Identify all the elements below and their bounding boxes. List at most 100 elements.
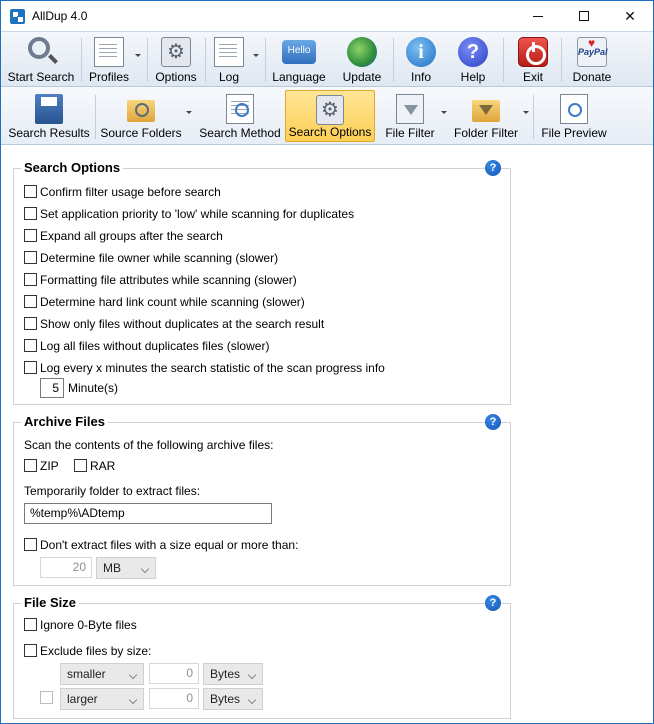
option-expand-groups[interactable]: Expand all groups after the search [24,228,223,246]
minimize-button[interactable] [515,1,561,31]
profiles-dropdown-icon[interactable] [135,54,141,57]
source-folders-dropdown-icon[interactable] [186,111,192,114]
checkbox[interactable] [24,538,37,551]
toolbar-separator [95,95,96,139]
language-label: Language [272,70,326,84]
checkbox[interactable] [74,459,87,472]
update-label: Update [342,70,382,84]
option-format-attributes[interactable]: Formatting file attributes while scannin… [24,272,297,290]
section-toolbar: Search Results Source Folders Search Met… [1,87,653,145]
temp-folder-input[interactable]: %temp%\ADtemp [24,503,272,524]
zip-option[interactable]: ZIP [24,458,59,476]
exclude-by-size-option[interactable]: Exclude files by size: [24,643,151,661]
option-low-priority[interactable]: Set application priority to 'low' while … [24,206,354,224]
toolbar-separator [561,38,562,82]
checkbox[interactable] [24,251,37,264]
size-limit-option[interactable]: Don't extract files with a size equal or… [24,537,298,555]
rar-option[interactable]: RAR [74,458,115,476]
preview-icon [560,94,588,124]
tab-search-results[interactable]: Search Results [7,90,91,142]
options-button[interactable]: Options [151,34,201,86]
file-filter-dropdown-icon[interactable] [441,111,447,114]
app-icon [10,9,25,24]
rar-label: RAR [90,459,116,473]
larger-operator-select[interactable]: larger [60,688,144,710]
globe-icon [347,37,377,67]
search-options-help-icon[interactable]: ? [485,160,501,176]
toolbar-separator [265,38,266,82]
zip-label: ZIP [40,459,59,473]
size-limit-label: Don't extract files with a size equal or… [40,538,299,552]
option-log-no-duplicates[interactable]: Log all files without duplicates files (… [24,338,269,356]
info-button[interactable]: i Info [399,34,443,86]
exit-label: Exit [522,70,543,84]
smaller-size-input[interactable]: 0 [149,663,199,684]
tab-search-method[interactable]: Search Method [197,90,283,142]
toolbar-separator [81,38,82,82]
checkbox[interactable] [24,229,37,242]
option-log-every-x-minutes[interactable]: Log every x minutes the search statistic… [24,360,385,378]
option-label: Show only files without duplicates at th… [40,317,325,331]
close-button[interactable]: ✕ [607,1,653,31]
larger-size-input[interactable]: 0 [149,688,199,709]
larger-unit-select[interactable]: Bytes [203,688,263,710]
size-unit-select[interactable]: MB [96,557,156,579]
title-bar: AllDup 4.0 ✕ [1,1,653,31]
checkbox[interactable] [24,361,37,374]
size-limit-input[interactable]: 20 [40,557,92,578]
search-options-group: Search Options ? Confirm filter usage be… [13,160,511,405]
update-button[interactable]: Update [335,34,389,86]
archive-files-help-icon[interactable]: ? [485,414,501,430]
help-button[interactable]: ? Help [451,34,495,86]
donate-button[interactable]: PayPal Donate [567,29,617,86]
checkbox[interactable] [24,185,37,198]
checkbox[interactable] [24,459,37,472]
smaller-unit-select[interactable]: Bytes [203,663,263,685]
toolbar-separator [147,38,148,82]
tab-source-folders[interactable]: Source Folders [99,90,183,142]
folder-icon [127,100,155,122]
option-hard-link-count[interactable]: Determine hard link count while scanning… [24,294,305,312]
checkbox[interactable] [24,295,37,308]
options-label: Options [155,70,197,84]
option-label: Confirm filter usage before search [40,185,221,199]
tab-file-filter[interactable]: File Filter [381,90,439,142]
option-file-owner[interactable]: Determine file owner while scanning (slo… [24,250,278,268]
window-title: AllDup 4.0 [32,9,88,23]
file-size-help-icon[interactable]: ? [485,595,501,611]
minutes-input[interactable]: 5 [40,378,64,398]
donate-label: Donate [572,70,612,84]
checkbox[interactable] [24,644,37,657]
log-button[interactable]: Log [209,34,249,86]
disk-icon [35,94,63,124]
checkbox[interactable] [24,273,37,286]
checkbox[interactable] [24,618,37,631]
checkbox[interactable] [24,339,37,352]
option-label: Formatting file attributes while scannin… [40,273,297,287]
language-button[interactable]: Hello Language [269,34,329,86]
checkbox[interactable] [24,207,37,220]
folder-filter-dropdown-icon[interactable] [523,111,529,114]
exit-button[interactable]: Exit [511,34,555,86]
maximize-button[interactable] [561,1,607,31]
folder-filter-icon [472,100,500,122]
profiles-button[interactable]: Profiles [85,34,133,86]
option-show-no-duplicates[interactable]: Show only files without duplicates at th… [24,316,324,334]
larger-checkbox[interactable] [40,691,53,704]
tab-folder-filter[interactable]: Folder Filter [451,90,521,142]
log-dropdown-icon[interactable] [253,54,259,57]
ignore-zero-byte-option[interactable]: Ignore 0-Byte files [24,617,137,635]
smaller-operator-select[interactable]: smaller [60,663,144,685]
tab-search-results-label: Search Results [8,126,90,140]
temp-folder-label: Temporarily folder to extract files: [24,484,201,498]
start-search-button[interactable]: Start Search [5,34,77,86]
profiles-label: Profiles [88,70,129,84]
checkbox[interactable] [24,317,37,330]
search-options-icon [316,95,344,125]
options-panel: Search Options ? Confirm filter usage be… [1,146,653,723]
option-confirm-filter[interactable]: Confirm filter usage before search [24,184,221,202]
tab-search-options[interactable]: Search Options [285,90,375,142]
scan-archives-label: Scan the contents of the following archi… [24,438,274,452]
tab-file-preview[interactable]: File Preview [539,90,609,142]
file-size-title: File Size [21,595,80,610]
